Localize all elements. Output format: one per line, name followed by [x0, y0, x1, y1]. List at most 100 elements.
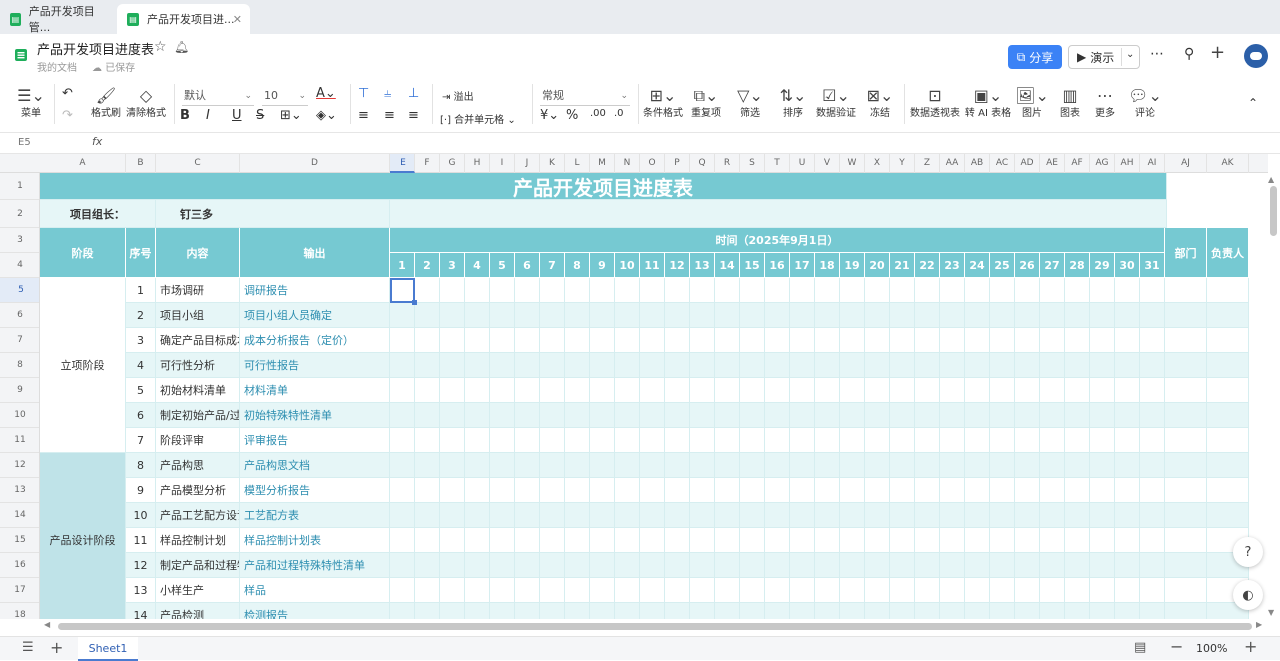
conditional-format-button[interactable]: ⊞⌄ 条件格式: [642, 86, 684, 120]
grid-cell[interactable]: [640, 278, 665, 303]
grid-cell[interactable]: [1015, 328, 1040, 353]
grid-cell[interactable]: [1090, 453, 1115, 478]
row-header[interactable]: 5: [0, 278, 39, 303]
sheet-title[interactable]: 产品开发项目进度表: [40, 173, 1167, 200]
duplicates-button[interactable]: ⧉⌄ 重复项: [688, 86, 724, 120]
grid-cell[interactable]: [865, 503, 890, 528]
column-header[interactable]: C: [156, 154, 240, 173]
grid-cell[interactable]: [965, 603, 990, 619]
item-output[interactable]: 材料清单: [240, 378, 390, 403]
column-header[interactable]: B: [126, 154, 156, 173]
grid-cell[interactable]: [790, 278, 815, 303]
day-header[interactable]: 22: [915, 253, 940, 278]
grid-cell[interactable]: [565, 328, 590, 353]
column-header[interactable]: AH: [1115, 154, 1140, 173]
more-icon[interactable]: ⋯: [1150, 46, 1164, 62]
grid-cell[interactable]: [915, 578, 940, 603]
grid-cell[interactable]: [565, 378, 590, 403]
grid-cell[interactable]: [390, 328, 415, 353]
grid-cell[interactable]: [740, 353, 765, 378]
grid-cell[interactable]: [440, 353, 465, 378]
decimal-decrease-icon[interactable]: .0: [614, 108, 624, 119]
grid-cell[interactable]: [590, 403, 615, 428]
italic-icon[interactable]: I: [206, 108, 210, 123]
scroll-right-icon[interactable]: ▶: [1256, 620, 1262, 629]
plus-icon[interactable]: +: [1210, 42, 1225, 63]
row-header[interactable]: 13: [0, 478, 39, 503]
day-header[interactable]: 9: [590, 253, 615, 278]
grid-cell[interactable]: [740, 328, 765, 353]
grid-cell[interactable]: [1115, 328, 1140, 353]
chevron-down-icon[interactable]: ⌄: [1126, 49, 1134, 60]
item-number[interactable]: 5: [126, 378, 156, 403]
grid-cell[interactable]: [1040, 378, 1065, 403]
grid-cell[interactable]: [390, 578, 415, 603]
grid-cell[interactable]: [665, 328, 690, 353]
chart-button[interactable]: ▥ 图表: [1056, 86, 1084, 120]
grid-cell[interactable]: [1090, 328, 1115, 353]
grid-cell[interactable]: [1015, 428, 1040, 453]
grid-cell[interactable]: [490, 453, 515, 478]
grid-cell[interactable]: [1165, 378, 1207, 403]
scroll-up-icon[interactable]: ▲: [1268, 175, 1274, 184]
column-header[interactable]: H: [465, 154, 490, 173]
grid-cell[interactable]: [1065, 353, 1090, 378]
grid-cell[interactable]: [1065, 603, 1090, 619]
day-header[interactable]: 4: [465, 253, 490, 278]
grid-cell[interactable]: [965, 453, 990, 478]
grid-cell[interactable]: [1207, 503, 1249, 528]
grid-cell[interactable]: [890, 328, 915, 353]
grid-cell[interactable]: [965, 553, 990, 578]
grid-cell[interactable]: [915, 278, 940, 303]
grid-cell[interactable]: [440, 453, 465, 478]
grid-cell[interactable]: [1015, 453, 1040, 478]
column-header[interactable]: Q: [690, 154, 715, 173]
grid-cell[interactable]: [665, 378, 690, 403]
item-number[interactable]: 9: [126, 478, 156, 503]
grid-cell[interactable]: [565, 353, 590, 378]
grid-cell[interactable]: [765, 553, 790, 578]
align-left-icon[interactable]: ≡: [358, 108, 369, 123]
grid-cell[interactable]: [640, 428, 665, 453]
column-header[interactable]: T: [765, 154, 790, 173]
grid-cell[interactable]: [1065, 428, 1090, 453]
font-size-select[interactable]: 10 ⌄: [262, 86, 308, 106]
grid-cell[interactable]: [740, 403, 765, 428]
border-icon[interactable]: ⊞⌄: [280, 108, 302, 123]
grid-cell[interactable]: [915, 453, 940, 478]
grid-cell[interactable]: [1140, 578, 1165, 603]
item-number[interactable]: 3: [126, 328, 156, 353]
grid-cell[interactable]: [990, 603, 1015, 619]
grid-cell[interactable]: [1140, 453, 1165, 478]
grid-cell[interactable]: [515, 328, 540, 353]
grid-cell[interactable]: [1090, 503, 1115, 528]
grid-cell[interactable]: [1090, 278, 1115, 303]
grid-cell[interactable]: [1015, 303, 1040, 328]
row-header[interactable]: 11: [0, 428, 39, 453]
grid-cell[interactable]: [440, 528, 465, 553]
grid-cell[interactable]: [440, 278, 465, 303]
strikethrough-icon[interactable]: S: [256, 108, 264, 123]
grid-cell[interactable]: [965, 378, 990, 403]
grid-cell[interactable]: [540, 428, 565, 453]
grid-cell[interactable]: [865, 378, 890, 403]
grid-cell[interactable]: [665, 278, 690, 303]
grid-cell[interactable]: [765, 453, 790, 478]
grid-cell[interactable]: [440, 478, 465, 503]
grid-cell[interactable]: [515, 353, 540, 378]
to-ai-table-button[interactable]: ▣⌄ 转 AI 表格: [964, 86, 1012, 120]
grid-cell[interactable]: [1140, 378, 1165, 403]
grid-cell[interactable]: [890, 553, 915, 578]
day-header[interactable]: 15: [740, 253, 765, 278]
grid-cell[interactable]: [1040, 303, 1065, 328]
grid-cell[interactable]: [665, 428, 690, 453]
grid-cell[interactable]: [440, 303, 465, 328]
grid-cell[interactable]: [1165, 328, 1207, 353]
grid-cell[interactable]: [565, 453, 590, 478]
grid-cell[interactable]: [690, 553, 715, 578]
grid-cell[interactable]: [990, 578, 1015, 603]
grid-cell[interactable]: [565, 303, 590, 328]
grid-cell[interactable]: [665, 553, 690, 578]
day-header[interactable]: 11: [640, 253, 665, 278]
item-output[interactable]: 可行性报告: [240, 353, 390, 378]
